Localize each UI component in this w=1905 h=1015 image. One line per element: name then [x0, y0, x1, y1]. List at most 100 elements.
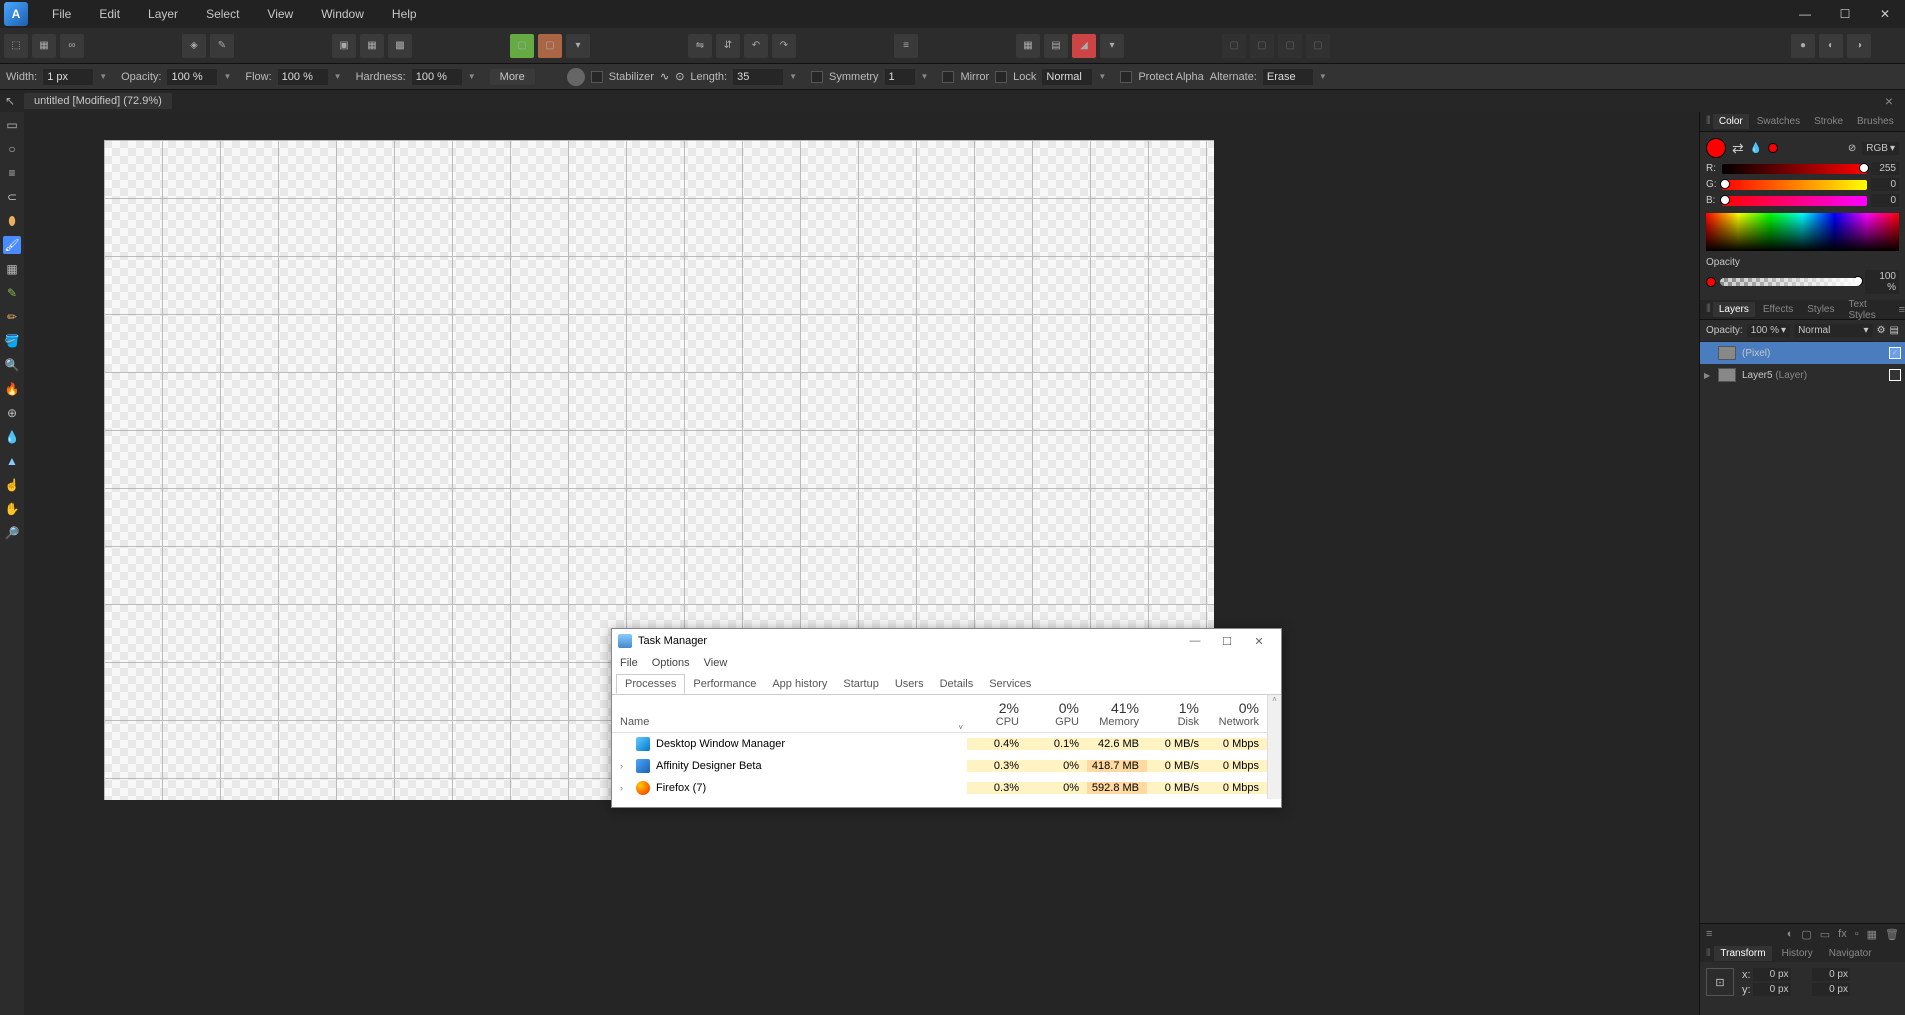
tm-scrollbar[interactable]: ˄ [1267, 695, 1281, 799]
eyedropper-icon[interactable]: 💧 [1750, 143, 1762, 154]
no-color-icon[interactable]: ⊘ [1848, 143, 1856, 154]
flood-fill-tool[interactable]: 🪣 [3, 332, 21, 350]
toolbar-save-icon[interactable]: ✎ [210, 34, 234, 58]
blur-tool[interactable]: 💧 [3, 428, 21, 446]
clone-tool[interactable]: ⊕ [3, 404, 21, 422]
fx-icon[interactable]: fx [1838, 928, 1847, 940]
menu-edit[interactable]: Edit [85, 0, 134, 28]
opacity-slider[interactable] [1720, 278, 1861, 286]
tm-tab-details[interactable]: Details [932, 675, 982, 693]
marquee-row-tool[interactable]: ≡ [3, 164, 21, 182]
toolbar-select-icon[interactable]: ▣ [332, 34, 356, 58]
document-close-icon[interactable]: × [1881, 93, 1897, 109]
erase-tool[interactable]: ✏ [3, 308, 21, 326]
toolbar-crop1-icon[interactable]: ▢ [1222, 34, 1246, 58]
tm-row-affinity[interactable]: ›Affinity Designer Beta 0.3% 0% 418.7 MB… [612, 755, 1267, 777]
tm-header-net[interactable]: 0%Network [1207, 700, 1267, 732]
expand-icon[interactable]: › [620, 761, 630, 771]
layer-fx-icon[interactable]: ▤ [1890, 325, 1899, 336]
tab-navigator[interactable]: Navigator [1823, 946, 1878, 961]
expand-icon[interactable]: › [620, 783, 630, 793]
protect-checkbox[interactable] [1120, 71, 1132, 83]
layer-visible-checkbox[interactable]: ✓ [1889, 347, 1901, 359]
color-swap-icon[interactable]: ⇄ [1732, 140, 1744, 157]
tm-tab-startup[interactable]: Startup [835, 675, 886, 693]
toolbar-open-icon[interactable]: ◈ [182, 34, 206, 58]
chevron-down-icon[interactable]: ˅ [958, 723, 967, 732]
burn-tool[interactable]: 🔥 [3, 380, 21, 398]
b-value[interactable]: 0 [1871, 194, 1899, 207]
tab-stroke[interactable]: Stroke [1808, 114, 1849, 129]
toolbar-snap2-icon[interactable]: ▤ [1044, 34, 1068, 58]
task-manager-window[interactable]: Task Manager — ☐ ✕ File Options View Pro… [611, 628, 1282, 808]
tm-close-icon[interactable]: ✕ [1243, 635, 1275, 648]
document-tab[interactable]: untitled [Modified] (72.9%) [24, 93, 172, 109]
r-slider[interactable] [1722, 164, 1867, 174]
marquee-rect-tool[interactable]: ▭ [3, 116, 21, 134]
cursor-icon[interactable]: ↖ [0, 94, 20, 108]
h-input[interactable]: 0 px [1812, 983, 1850, 996]
alternate-input[interactable]: Erase [1263, 69, 1313, 85]
layer-expand-icon[interactable]: ▶ [1704, 371, 1712, 380]
layer-opacity-input[interactable]: 100 % ▾ [1747, 324, 1790, 337]
tab-textstyles[interactable]: Text Styles [1842, 297, 1896, 323]
toolbar-snapping-icon[interactable]: ▦ [1016, 34, 1040, 58]
sharpen-tool[interactable]: ▲ [3, 452, 21, 470]
toolbar-align-icon[interactable]: ≡ [894, 34, 918, 58]
b-slider[interactable] [1722, 196, 1867, 206]
g-slider[interactable] [1722, 180, 1867, 190]
window-close-icon[interactable]: ✕ [1865, 0, 1905, 28]
tab-styles[interactable]: Styles [1801, 302, 1840, 317]
smudge-tool[interactable]: ☝ [3, 476, 21, 494]
symmetry-checkbox[interactable] [811, 71, 823, 83]
tm-headers[interactable]: Name ˅ 2%CPU 0%GPU 41%Memory 1%Disk 0%Ne… [612, 695, 1267, 733]
zoom-tool[interactable]: 🔍 [3, 356, 21, 374]
tm-header-mem[interactable]: 41%Memory [1087, 700, 1147, 732]
more-button[interactable]: More [490, 69, 535, 85]
r-value[interactable]: 255 [1871, 162, 1899, 175]
window-minimize-icon[interactable]: — [1785, 0, 1825, 28]
toolbar-refine-icon[interactable]: ▩ [388, 34, 412, 58]
toolbar-snap3-icon[interactable]: ◢ [1072, 34, 1096, 58]
toolbar-order-icon[interactable]: ▾ [566, 34, 590, 58]
tm-header-cpu[interactable]: 2%CPU [967, 700, 1027, 732]
w-input[interactable]: 0 px [1812, 968, 1850, 981]
width-input[interactable]: 1 px [43, 69, 93, 85]
tm-menu-options[interactable]: Options [652, 657, 690, 669]
tm-tab-processes[interactable]: Processes [616, 674, 685, 694]
menu-help[interactable]: Help [378, 0, 431, 28]
tm-header-name[interactable]: Name [612, 716, 958, 732]
tm-tab-apphistory[interactable]: App history [764, 675, 835, 693]
menu-view[interactable]: View [253, 0, 307, 28]
tm-menu-file[interactable]: File [620, 657, 638, 669]
panel-menu-icon[interactable]: ≡ [1899, 304, 1905, 316]
blend-input[interactable]: Normal [1042, 69, 1092, 85]
color-field[interactable] [1706, 213, 1899, 251]
tm-minimize-icon[interactable]: — [1179, 635, 1211, 647]
tm-row-firefox[interactable]: ›Firefox (7) 0.3% 0% 592.8 MB 0 MB/s 0 M… [612, 777, 1267, 799]
anchor-icon[interactable]: ⊡ [1706, 968, 1734, 996]
toolbar-help3-icon[interactable]: ◑ [1847, 34, 1871, 58]
flow-input[interactable]: 100 % [278, 69, 328, 85]
tab-brushes[interactable]: Brushes [1851, 114, 1900, 129]
new-layer-icon[interactable]: ▫ [1855, 928, 1859, 940]
stabilizer-mode1-icon[interactable]: ∿ [660, 70, 669, 83]
adjustment-icon[interactable]: ◐ [1787, 928, 1794, 940]
pixel-tool[interactable]: ▦ [3, 260, 21, 278]
toolbar-rotate-r-icon[interactable]: ↷ [772, 34, 796, 58]
persona-export-icon[interactable]: ∞ [60, 34, 84, 58]
tm-menu-view[interactable]: View [704, 657, 728, 669]
menu-layer[interactable]: Layer [134, 0, 192, 28]
toolbar-flip-h-icon[interactable]: ⇋ [688, 34, 712, 58]
layers-stack-icon[interactable]: ≡ [1706, 928, 1712, 940]
tab-effects[interactable]: Effects [1757, 302, 1799, 317]
menu-file[interactable]: File [38, 0, 85, 28]
g-value[interactable]: 0 [1871, 178, 1899, 191]
mirror-checkbox[interactable] [942, 71, 954, 83]
persona-photo-icon[interactable]: ⬚ [4, 34, 28, 58]
persona-liquify-icon[interactable]: ▦ [32, 34, 56, 58]
color-mode-dropdown[interactable]: RGB ▾ [1862, 142, 1899, 155]
primary-color-icon[interactable] [1706, 138, 1726, 158]
toolbar-help2-icon[interactable]: ◐ [1819, 34, 1843, 58]
symmetry-input[interactable]: 1 [885, 69, 915, 85]
